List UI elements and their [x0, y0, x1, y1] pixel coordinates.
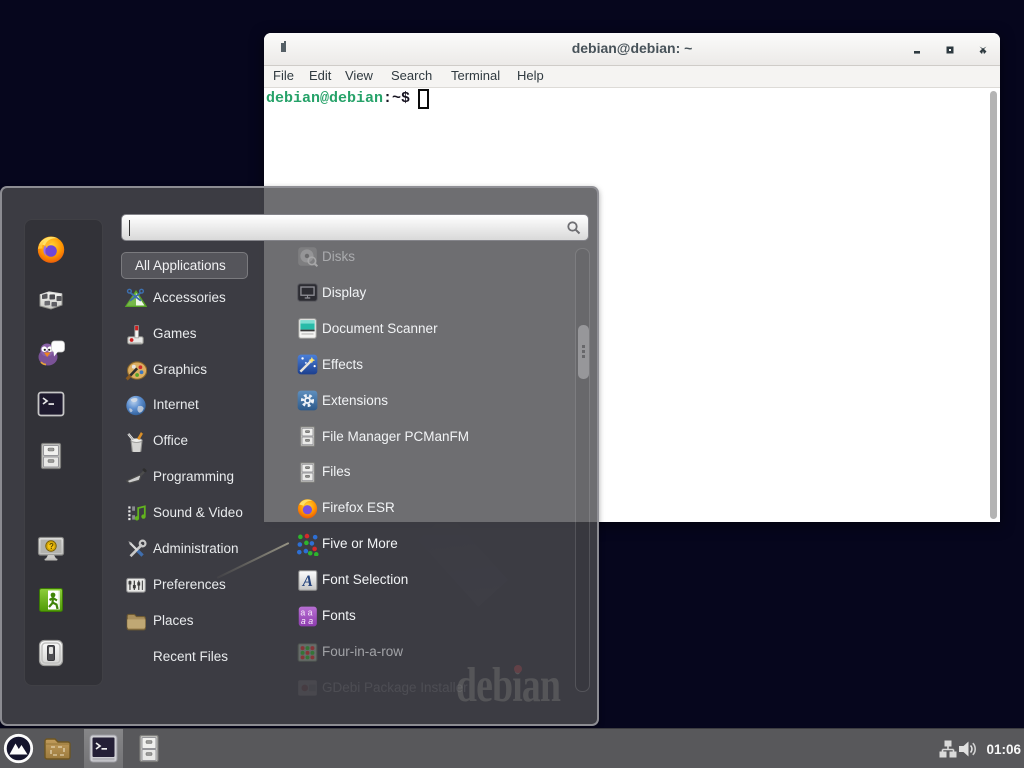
- svg-text:a a: a a: [301, 616, 313, 626]
- svg-text:A: A: [302, 573, 313, 590]
- svg-text:?: ?: [49, 542, 54, 551]
